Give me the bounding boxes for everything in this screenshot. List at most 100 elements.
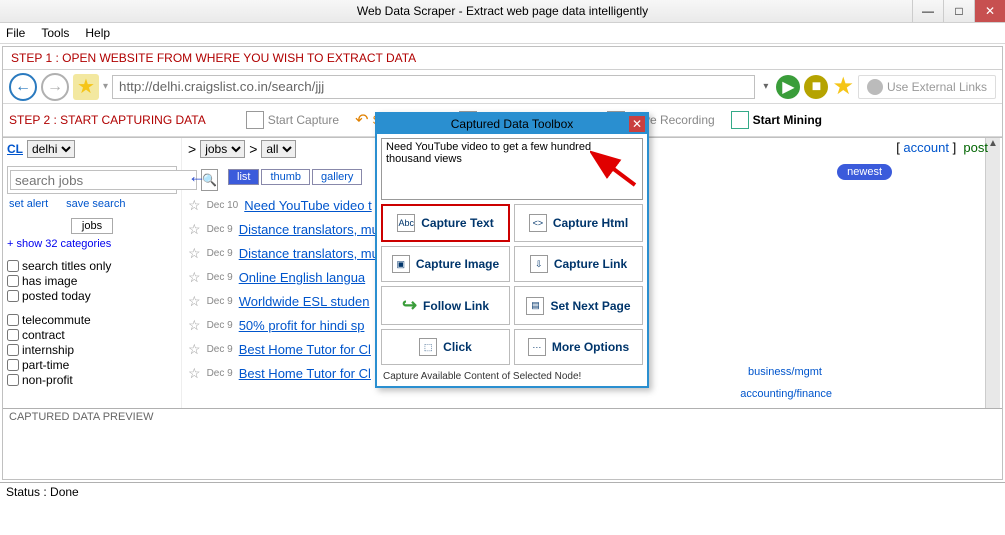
category-accounting[interactable]: accounting/finance: [740, 388, 832, 400]
category-select[interactable]: jobs: [200, 140, 245, 158]
undo-icon: ↶: [355, 110, 368, 130]
listing-link[interactable]: Distance translators, mu: [239, 246, 379, 261]
save-search-link[interactable]: save search: [66, 198, 125, 210]
options-icon: ···: [528, 338, 546, 356]
capture-html-button[interactable]: <> Capture Html: [514, 204, 643, 242]
listing-date: Dec 9: [207, 224, 233, 235]
filter-posted-today[interactable]: posted today: [7, 289, 177, 303]
stop-button[interactable]: ■: [804, 75, 828, 99]
listing-link[interactable]: Worldwide ESL studen: [239, 294, 370, 309]
filter-has-image[interactable]: has image: [7, 274, 177, 288]
listing-date: Dec 9: [207, 248, 233, 259]
capture-image-button[interactable]: ▣ Capture Image: [381, 246, 510, 282]
forward-button[interactable]: →: [41, 73, 69, 101]
show-categories-link[interactable]: + show 32 categories: [7, 238, 177, 250]
url-input[interactable]: [112, 75, 755, 99]
url-dropdown-icon[interactable]: ▾: [759, 81, 772, 92]
image-icon: ▣: [392, 255, 410, 273]
listing-date: Dec 9: [207, 272, 233, 283]
category-business[interactable]: business/mgmt: [748, 366, 822, 378]
navigation-bar: ← → ★ ▾ ▾ ▶ ■ ★ Use External Links: [3, 69, 1002, 103]
account-actions: [ account ] post: [896, 140, 988, 155]
back-arrow-icon[interactable]: ←: [188, 166, 206, 187]
annotation-arrow-icon: [590, 150, 640, 190]
listing-link[interactable]: Best Home Tutor for Cl: [239, 342, 371, 357]
filter-part-time[interactable]: part-time: [7, 358, 177, 372]
bookmark-star-icon[interactable]: ★: [832, 72, 854, 101]
mining-icon: [731, 111, 749, 129]
start-mining-button[interactable]: Start Mining: [727, 109, 826, 131]
listing-link[interactable]: Need YouTube video t: [244, 198, 371, 213]
sort-newest[interactable]: newest: [837, 164, 892, 180]
cl-logo[interactable]: CL: [7, 142, 23, 156]
star-outline-icon[interactable]: ☆: [188, 245, 201, 262]
go-button[interactable]: ▶: [776, 75, 800, 99]
dialog-titlebar: Captured Data Toolbox ✕: [377, 114, 647, 134]
click-button[interactable]: ⬚ Click: [381, 329, 510, 365]
capture-link-button[interactable]: ⇩ Capture Link: [514, 246, 643, 282]
dialog-close-button[interactable]: ✕: [629, 116, 645, 132]
menu-file[interactable]: File: [6, 26, 25, 40]
click-icon: ⬚: [419, 338, 437, 356]
filter-contract[interactable]: contract: [7, 328, 177, 342]
filter-telecommute[interactable]: telecommute: [7, 313, 177, 327]
start-mining-label: Start Mining: [753, 113, 822, 127]
back-button[interactable]: ←: [9, 73, 37, 101]
set-next-page-button[interactable]: ▤ Set Next Page: [514, 286, 643, 325]
star-outline-icon[interactable]: ☆: [188, 341, 201, 358]
filter-internship[interactable]: internship: [7, 343, 177, 357]
view-gallery[interactable]: gallery: [312, 169, 362, 185]
star-outline-icon[interactable]: ☆: [188, 365, 201, 382]
abc-icon: Abc: [397, 214, 415, 232]
listing-link[interactable]: 50% profit for hindi sp: [239, 318, 365, 333]
preview-header: CAPTURED DATA PREVIEW: [3, 408, 1002, 425]
dropdown-icon[interactable]: ▾: [103, 81, 108, 92]
listing-date: Dec 9: [207, 320, 233, 331]
start-capture-button[interactable]: Start Capture: [242, 109, 343, 131]
external-links-button[interactable]: Use External Links: [858, 75, 996, 99]
filter-titles-only[interactable]: search titles only: [7, 259, 177, 273]
listing-date: Dec 10: [207, 200, 239, 211]
menu-help[interactable]: Help: [85, 26, 110, 40]
minimize-button[interactable]: —: [912, 0, 943, 22]
listing-link[interactable]: Best Home Tutor for Cl: [239, 366, 371, 381]
view-thumb[interactable]: thumb: [261, 169, 310, 185]
search-input[interactable]: [10, 170, 197, 190]
star-outline-icon[interactable]: ☆: [188, 293, 201, 310]
preview-body: [3, 425, 1002, 479]
favorites-button[interactable]: ★: [73, 74, 99, 100]
follow-link-button[interactable]: ↪ Follow Link: [381, 286, 510, 325]
location-select[interactable]: delhi: [27, 140, 75, 158]
star-outline-icon[interactable]: ☆: [188, 269, 201, 286]
link-icon: [867, 79, 883, 95]
star-outline-icon[interactable]: ☆: [188, 221, 201, 238]
dialog-title: Captured Data Toolbox: [451, 117, 574, 131]
listing-date: Dec 9: [207, 344, 233, 355]
html-icon: <>: [529, 214, 547, 232]
close-window-button[interactable]: ✕: [974, 0, 1005, 22]
follow-arrow-icon: ↪: [402, 295, 417, 316]
listing-date: Dec 9: [207, 368, 233, 379]
jobs-tab[interactable]: jobs: [71, 218, 113, 234]
start-capture-label: Start Capture: [268, 113, 339, 127]
view-list[interactable]: list: [228, 169, 259, 185]
listing-date: Dec 9: [207, 296, 233, 307]
more-options-button[interactable]: ··· More Options: [514, 329, 643, 365]
step2-header: STEP 2 : START CAPTURING DATA: [9, 113, 206, 127]
start-capture-icon: [246, 111, 264, 129]
chain-link-icon: ⇩: [530, 255, 548, 273]
menu-tools[interactable]: Tools: [41, 26, 69, 40]
dialog-footer: Capture Available Content of Selected No…: [377, 369, 647, 386]
set-alert-link[interactable]: set alert: [9, 198, 48, 210]
filter-non-profit[interactable]: non-profit: [7, 373, 177, 387]
star-outline-icon[interactable]: ☆: [188, 197, 201, 214]
listing-link[interactable]: Distance translators, mu: [239, 222, 379, 237]
capture-text-button[interactable]: Abc Capture Text: [381, 204, 510, 242]
post-link[interactable]: post: [963, 140, 988, 155]
maximize-button[interactable]: □: [943, 0, 974, 22]
subcategory-select[interactable]: all: [261, 140, 296, 158]
star-outline-icon[interactable]: ☆: [188, 317, 201, 334]
listing-link[interactable]: Online English langua: [239, 270, 365, 285]
account-link[interactable]: account: [903, 140, 949, 155]
menu-bar: File Tools Help: [0, 23, 1005, 44]
